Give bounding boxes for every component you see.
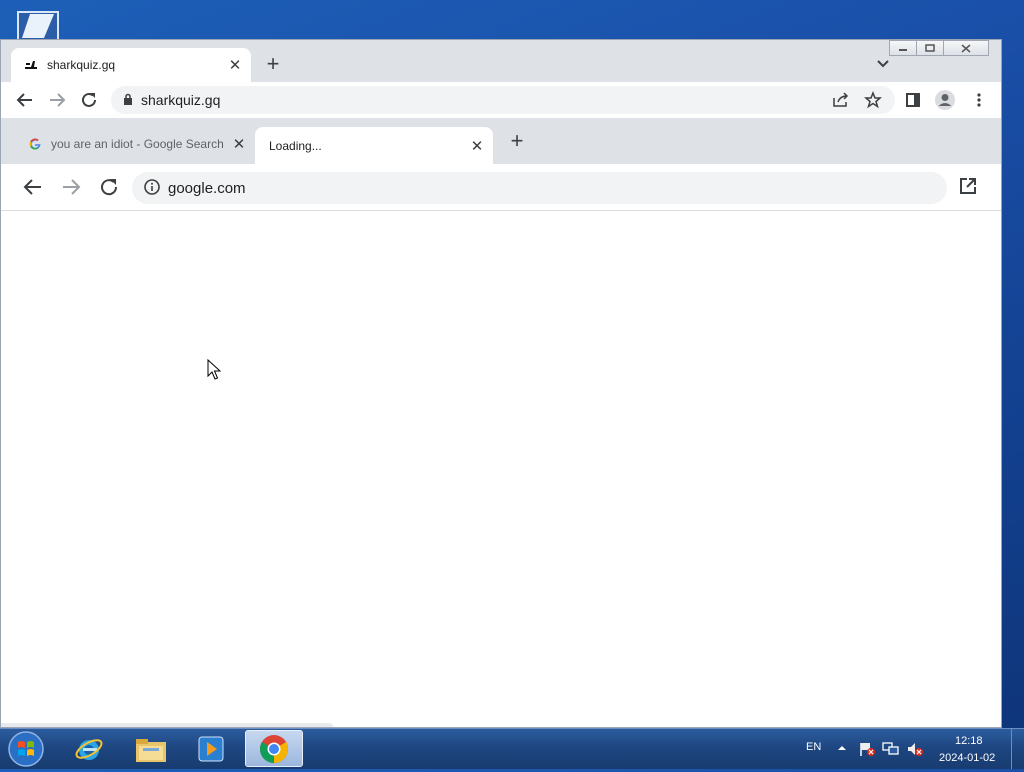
inner-address-bar[interactable]: google.com <box>132 172 947 204</box>
clock-time[interactable]: 12:18 <box>955 735 983 747</box>
back-icon[interactable] <box>13 88 37 112</box>
forward-icon[interactable] <box>59 175 83 199</box>
network-icon[interactable] <box>882 741 899 757</box>
outer-tab-title: sharkquiz.gq <box>47 58 116 72</box>
close-icon[interactable]: ✕ <box>227 57 243 74</box>
star-icon[interactable] <box>861 88 885 112</box>
new-tab-icon[interactable]: + <box>261 51 285 76</box>
shark-favicon-icon <box>23 57 39 73</box>
info-icon[interactable] <box>144 179 162 197</box>
internet-explorer-taskbar-icon[interactable] <box>60 730 118 767</box>
maximize-button[interactable] <box>916 40 944 56</box>
share-icon[interactable] <box>829 88 853 112</box>
outer-tab-sharkquiz[interactable]: sharkquiz.gq ✕ <box>11 48 251 82</box>
inner-address-text: google.com <box>168 179 246 197</box>
show-hidden-icons-icon[interactable] <box>836 741 852 757</box>
taskbar: EN 12:18 2024-01-02 <box>0 728 1024 769</box>
volume-muted-icon[interactable] <box>906 741 923 757</box>
computer-desktop-icon[interactable] <box>14 8 62 41</box>
inner-tab-title: Loading... <box>269 138 322 153</box>
minimize-button[interactable] <box>889 40 917 56</box>
close-icon[interactable]: ✕ <box>469 138 485 155</box>
lock-icon[interactable] <box>123 93 135 107</box>
mouse-cursor-icon <box>207 358 222 381</box>
show-desktop-button[interactable] <box>1011 729 1024 769</box>
outer-tab-strip: sharkquiz.gq ✕ + <box>1 40 1001 82</box>
language-indicator[interactable]: EN <box>806 741 821 753</box>
close-window-button[interactable] <box>943 40 989 56</box>
close-icon[interactable]: ✕ <box>231 136 247 153</box>
page-content: you are an idiot - Google Search ✕ Loadi… <box>1 118 1001 727</box>
inner-tab-strip: you are an idiot - Google Search ✕ Loadi… <box>1 118 1001 164</box>
profile-icon[interactable] <box>933 88 957 112</box>
outer-address-bar[interactable]: sharkquiz.gq <box>111 86 895 114</box>
chrome-taskbar-icon[interactable] <box>245 730 303 767</box>
outer-browser-window: sharkquiz.gq ✕ + sharkquiz.gq you are an… <box>0 39 1002 728</box>
menu-icon[interactable] <box>967 88 991 112</box>
file-explorer-taskbar-icon[interactable] <box>122 730 180 767</box>
inner-tab-title: you are an idiot - Google Search <box>51 137 224 151</box>
clock-date[interactable]: 2024-01-02 <box>939 752 995 764</box>
forward-icon[interactable] <box>45 88 69 112</box>
action-center-flag-icon[interactable] <box>858 741 875 757</box>
outer-address-text: sharkquiz.gq <box>141 92 221 108</box>
outer-toolbar: sharkquiz.gq <box>1 82 1001 118</box>
media-player-taskbar-icon[interactable] <box>182 730 240 767</box>
back-icon[interactable] <box>21 175 45 199</box>
open-external-icon[interactable] <box>956 174 980 198</box>
new-tab-icon[interactable]: + <box>505 128 529 153</box>
inner-tab-loading[interactable]: Loading... ✕ <box>255 127 493 164</box>
window-controls <box>889 40 989 56</box>
inner-tab-google-search[interactable]: you are an idiot - Google Search ✕ <box>15 127 255 161</box>
google-g-icon <box>27 136 43 152</box>
start-button[interactable] <box>6 731 46 767</box>
side-panel-icon[interactable] <box>901 88 925 112</box>
reload-icon[interactable] <box>97 175 121 199</box>
inner-toolbar: google.com <box>1 164 1001 211</box>
reload-icon[interactable] <box>77 88 101 112</box>
